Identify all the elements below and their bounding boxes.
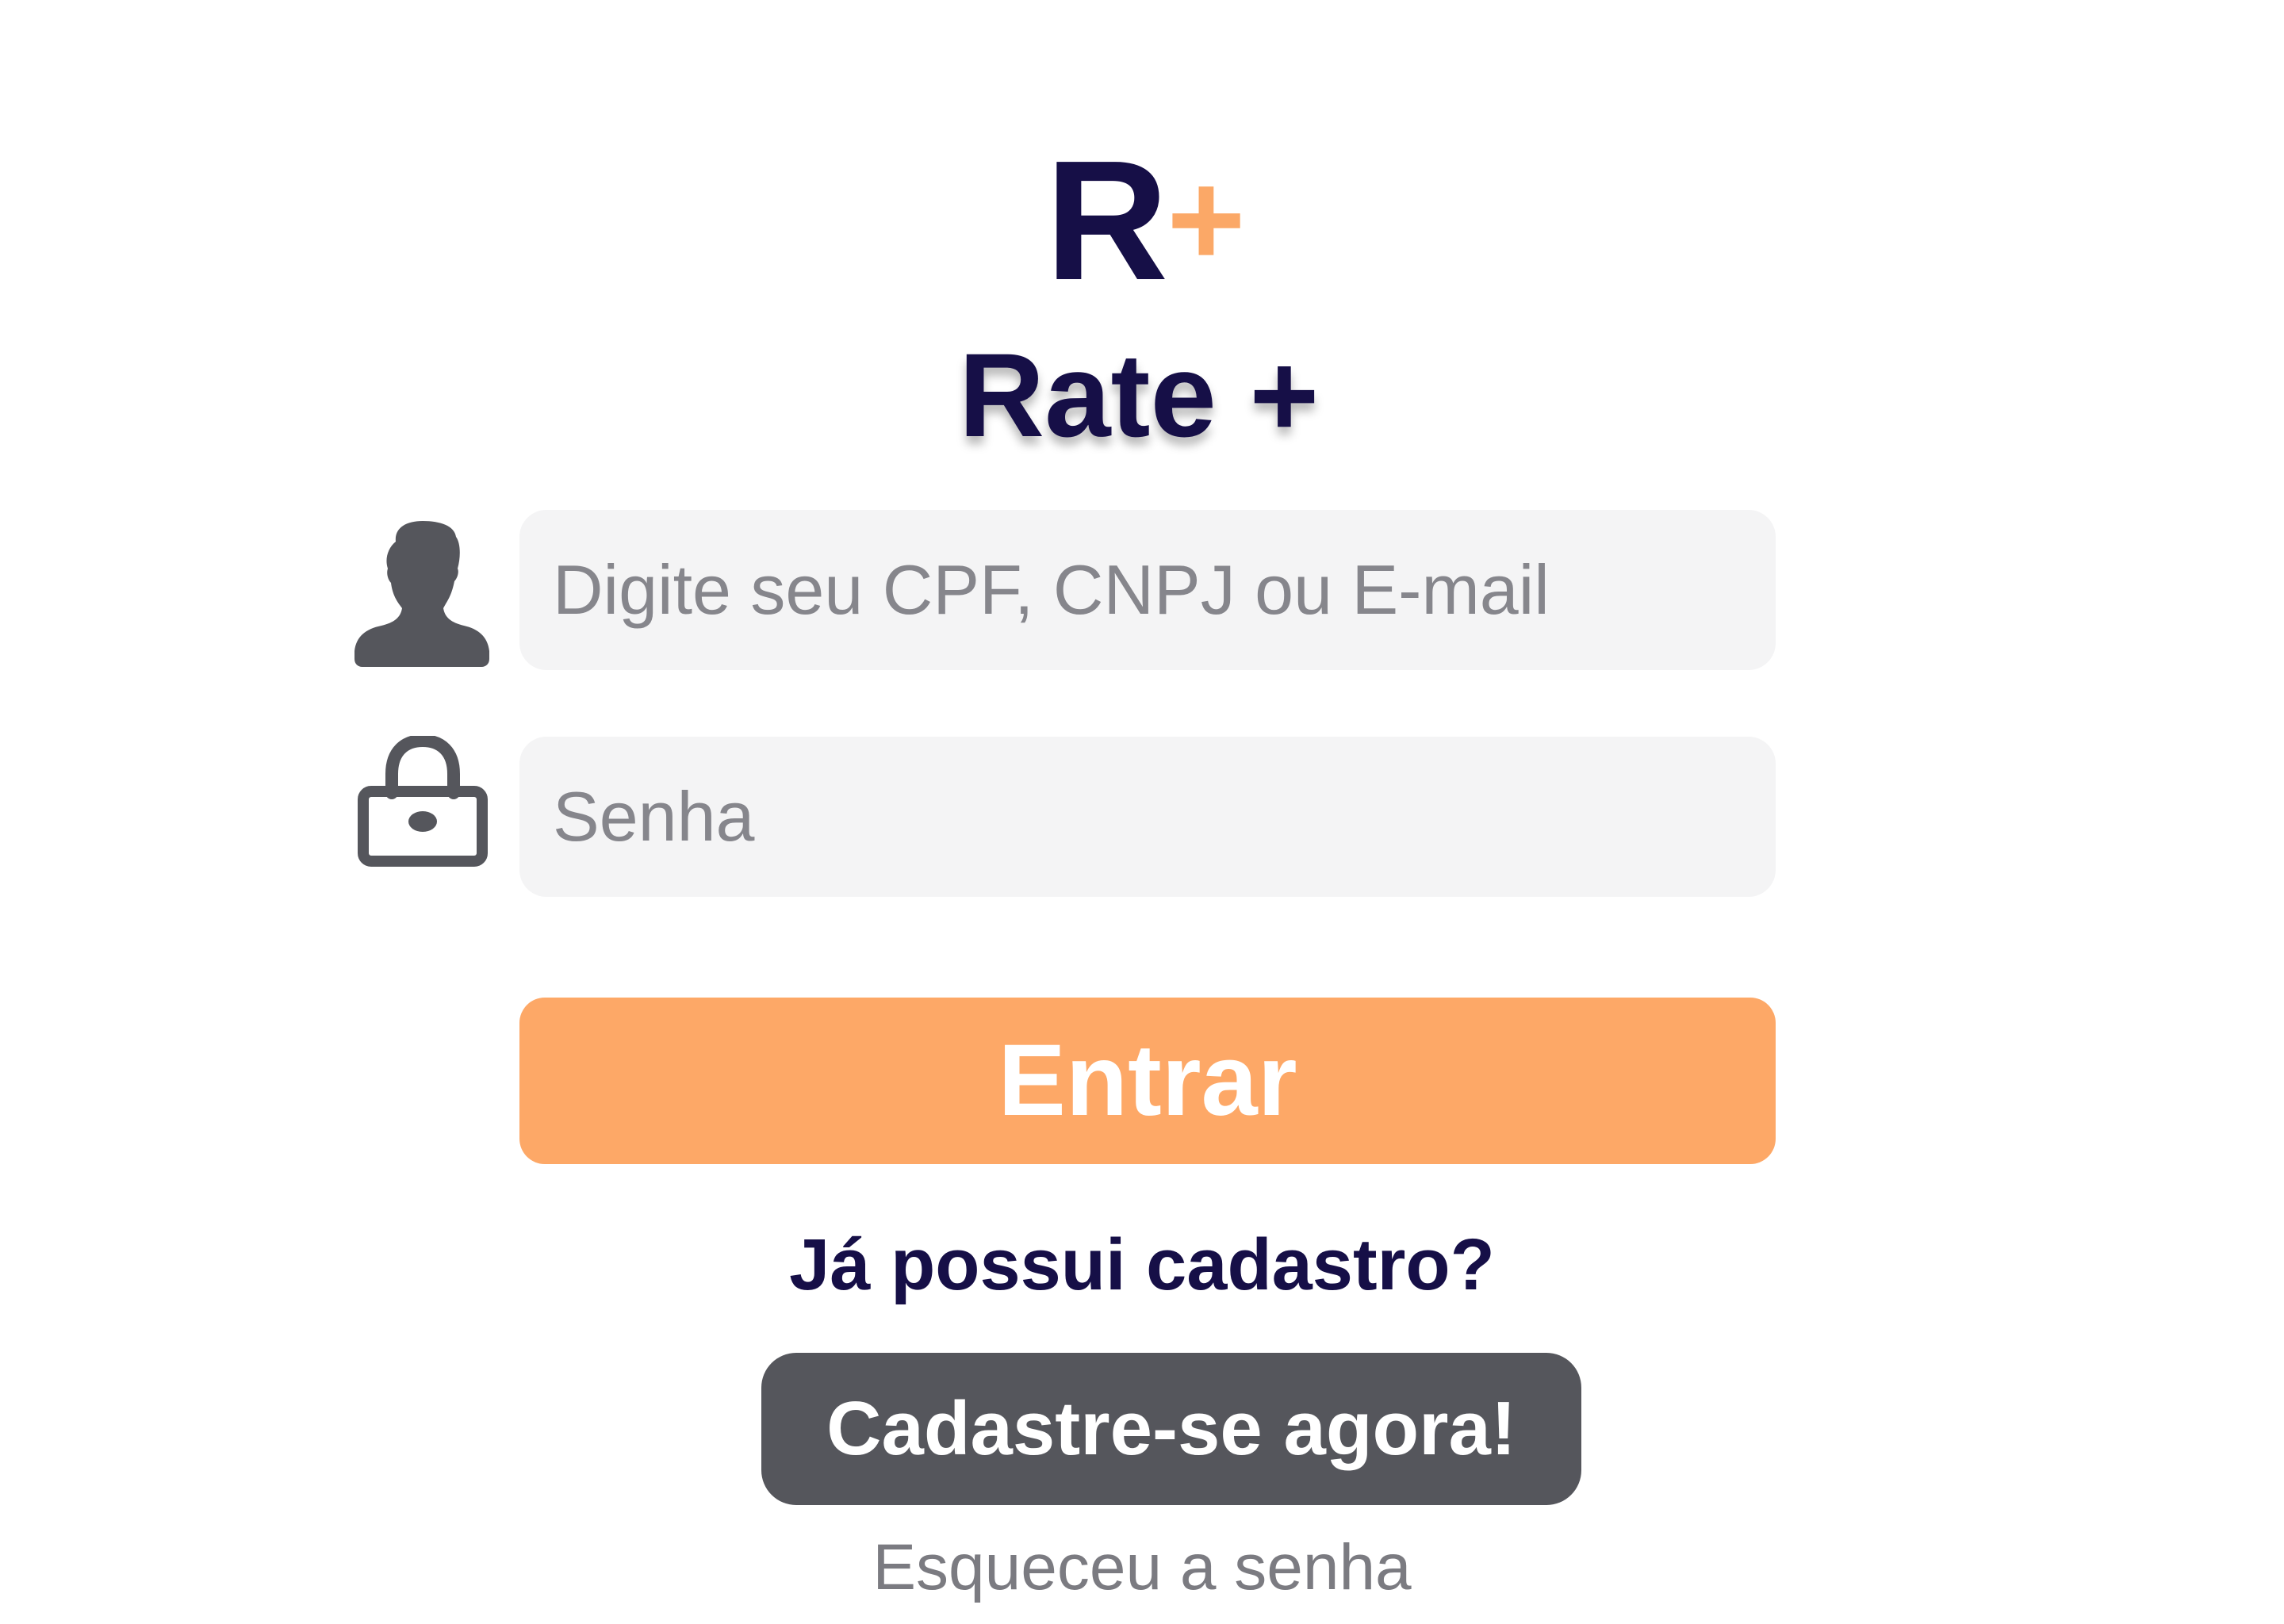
signup-question: Já possui cadastro? [789,1224,1495,1305]
brand-logo: R + [1045,135,1246,309]
enter-button[interactable]: Entrar [519,998,1776,1164]
password-input[interactable] [519,737,1776,897]
padlock-icon [358,736,488,867]
user-id-input[interactable] [519,510,1776,670]
app-title: Rate + [958,328,1320,462]
forgot-password-link[interactable]: Esqueceu a senha [0,1529,2284,1607]
logo-letter: R [1045,124,1168,316]
user-silhouette-icon [354,521,489,667]
register-now-button[interactable]: Cadastre-se agora! [761,1353,1581,1505]
logo-plus: + [1167,144,1246,295]
